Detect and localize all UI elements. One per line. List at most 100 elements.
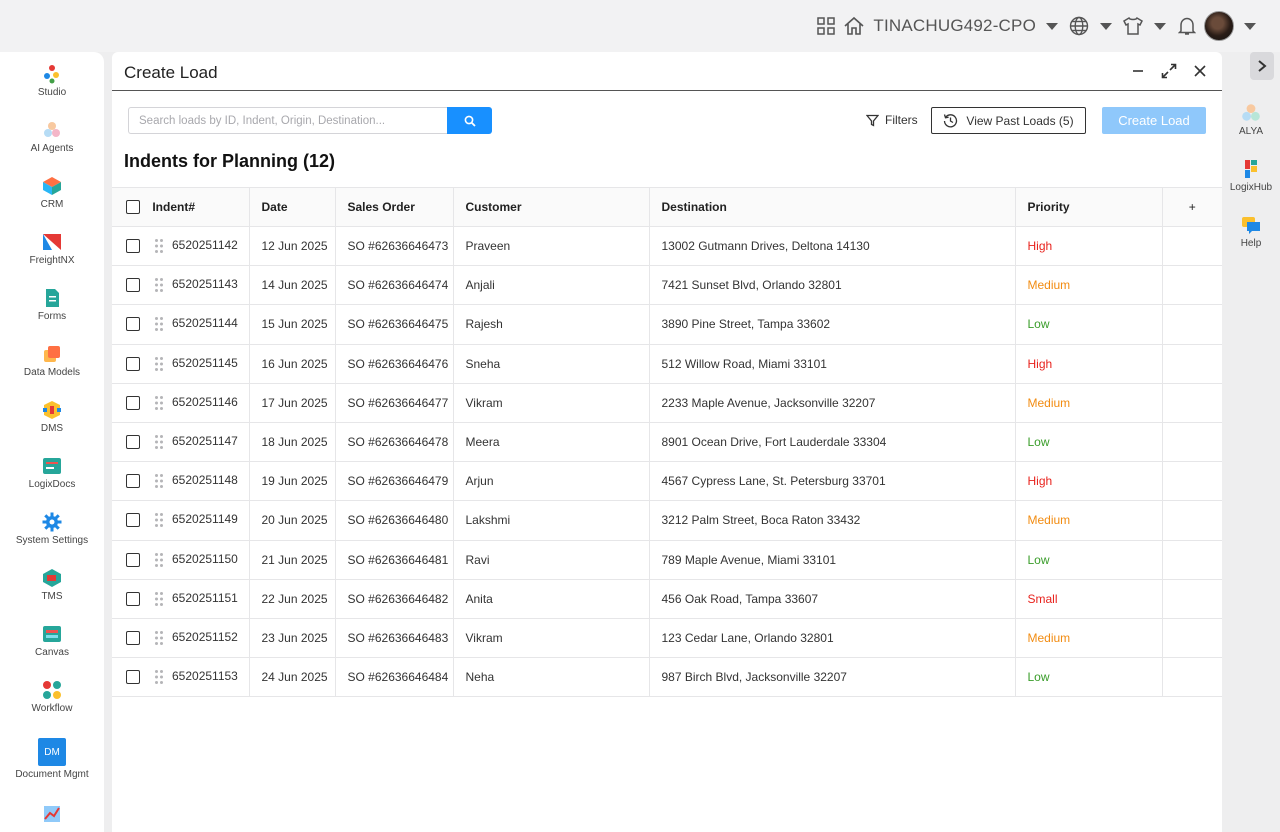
drag-handle-icon[interactable] — [154, 238, 164, 254]
drag-handle-icon[interactable] — [154, 395, 164, 411]
apps-grid-icon[interactable] — [815, 15, 837, 37]
sidebar-item-data-models[interactable]: Data Models — [0, 344, 104, 378]
indent-number: 6520251153 — [172, 669, 238, 684]
table-row[interactable]: 6520251146 17 Jun 2025 SO #62636646477 Vikr… — [112, 383, 1222, 423]
sidebar-item-logixdocs[interactable]: LogixDocs — [0, 456, 104, 490]
row-checkbox[interactable] — [126, 317, 140, 332]
row-checkbox[interactable] — [126, 670, 140, 685]
theme-dropdown-icon[interactable] — [1154, 22, 1166, 30]
filters-button[interactable]: Filters — [866, 113, 918, 127]
drag-handle-icon[interactable] — [154, 473, 164, 489]
create-load-button[interactable]: Create Load — [1102, 107, 1206, 134]
cell-indent: 6520251145 — [112, 344, 250, 384]
cell-actions — [1162, 461, 1222, 502]
row-checkbox[interactable] — [126, 356, 140, 371]
row-checkbox[interactable] — [126, 395, 140, 410]
row-checkbox[interactable] — [126, 435, 140, 450]
cell-sales-order: SO #62636646479 — [335, 461, 454, 502]
cell-date: 17 Jun 2025 — [249, 383, 336, 423]
row-checkbox[interactable] — [126, 630, 140, 645]
sidebar-item-document-mgmt[interactable]: DM Document Mgmt — [0, 738, 104, 780]
table-row[interactable]: 6520251143 14 Jun 2025 SO #62636646474 Anja… — [112, 265, 1222, 306]
cell-customer: Vikram — [453, 618, 650, 659]
drag-handle-icon[interactable] — [154, 434, 164, 450]
cell-actions — [1162, 657, 1222, 698]
globe-icon[interactable] — [1068, 15, 1090, 37]
sidebar-item-dms[interactable]: DMS — [0, 400, 104, 434]
table-row[interactable]: 6520251145 16 Jun 2025 SO #62636646476 Sneh… — [112, 344, 1222, 384]
rail-item-help[interactable]: Help — [1222, 214, 1280, 249]
sidebar-item-tms[interactable]: TMS — [0, 568, 104, 602]
column-header-destination[interactable]: Destination — [649, 187, 1016, 227]
drag-handle-icon[interactable] — [154, 356, 164, 372]
drag-handle-icon[interactable] — [154, 591, 164, 607]
cell-priority: Medium — [1015, 618, 1163, 659]
search-input[interactable] — [128, 107, 447, 134]
tenant-dropdown-icon[interactable] — [1046, 22, 1058, 30]
avatar[interactable] — [1204, 11, 1234, 41]
sidebar-item-workflow[interactable]: Workflow — [0, 680, 104, 714]
theme-shirt-icon[interactable] — [1122, 15, 1144, 37]
expand-icon[interactable] — [1160, 62, 1178, 80]
row-checkbox[interactable] — [126, 552, 140, 567]
sidebar-item-crm[interactable]: CRM — [0, 176, 104, 210]
language-dropdown-icon[interactable] — [1100, 22, 1112, 30]
table-row[interactable]: 6520251147 18 Jun 2025 SO #62636646478 Meer… — [112, 422, 1222, 463]
column-header-sales-order[interactable]: Sales Order — [335, 187, 454, 227]
cell-customer: Lakshmi — [453, 500, 650, 541]
drag-handle-icon[interactable] — [154, 512, 164, 528]
drag-handle-icon[interactable] — [154, 552, 164, 568]
table-row[interactable]: 6520251153 24 Jun 2025 SO #62636646484 Neha… — [112, 657, 1222, 698]
cell-customer: Praveen — [453, 226, 650, 267]
row-checkbox[interactable] — [126, 513, 140, 528]
sidebar-item-forms[interactable]: Forms — [0, 288, 104, 322]
rail-toggle-button[interactable] — [1250, 52, 1274, 80]
column-header-priority[interactable]: Priority — [1015, 187, 1163, 227]
row-checkbox[interactable] — [126, 591, 140, 606]
add-column-button[interactable]: + — [1162, 187, 1222, 227]
drag-handle-icon[interactable] — [154, 277, 164, 293]
sidebar-item-ai-agents[interactable]: AI Agents — [0, 120, 104, 154]
cell-destination: 4567 Cypress Lane, St. Petersburg 33701 — [649, 461, 1016, 502]
column-header-customer[interactable]: Customer — [453, 187, 650, 227]
table-row[interactable]: 6520251149 20 Jun 2025 SO #62636646480 Laks… — [112, 500, 1222, 541]
table-row[interactable]: 6520251152 23 Jun 2025 SO #62636646483 Vikr… — [112, 618, 1222, 659]
bell-icon[interactable] — [1176, 15, 1198, 37]
sidebar-item-label: LogixDocs — [28, 479, 76, 490]
rail-item-alya[interactable]: ALYA — [1222, 102, 1280, 137]
profile-dropdown-icon[interactable] — [1244, 22, 1256, 30]
sidebar-item-label: Workflow — [31, 703, 73, 714]
sidebar-item-freightnx[interactable]: FreightNX — [0, 232, 104, 266]
view-past-loads-button[interactable]: View Past Loads (5) — [931, 107, 1086, 134]
cell-indent: 6520251146 — [112, 383, 250, 423]
search-icon — [464, 115, 476, 127]
home-icon[interactable] — [843, 15, 865, 37]
table-row[interactable]: 6520251144 15 Jun 2025 SO #62636646475 Raje… — [112, 304, 1222, 345]
sidebar-item-more[interactable] — [0, 804, 104, 824]
drag-handle-icon[interactable] — [154, 630, 164, 646]
minimize-icon[interactable] — [1129, 62, 1147, 80]
select-all-checkbox[interactable] — [126, 200, 140, 215]
rail-item-logixhub[interactable]: LogixHub — [1222, 158, 1280, 193]
tenant-name[interactable]: TINACHUG492-CPO — [873, 16, 1036, 36]
row-checkbox[interactable] — [126, 474, 140, 489]
filter-icon — [866, 114, 879, 127]
table-row[interactable]: 6520251151 22 Jun 2025 SO #62636646482 Anit… — [112, 579, 1222, 619]
indent-number: 6520251149 — [172, 512, 238, 527]
table-row[interactable]: 6520251150 21 Jun 2025 SO #62636646481 Ravi… — [112, 540, 1222, 580]
sidebar-item-system-settings[interactable]: System Settings — [0, 512, 104, 546]
column-header-indent[interactable]: Indent# — [112, 187, 250, 227]
cell-priority: High — [1015, 461, 1163, 502]
row-checkbox[interactable] — [126, 278, 140, 293]
drag-handle-icon[interactable] — [154, 669, 164, 685]
table-row[interactable]: 6520251148 19 Jun 2025 SO #62636646479 Arju… — [112, 461, 1222, 502]
row-checkbox[interactable] — [126, 239, 140, 254]
sidebar-item-canvas[interactable]: Canvas — [0, 624, 104, 658]
close-icon[interactable] — [1191, 62, 1209, 80]
drag-handle-icon[interactable] — [154, 316, 164, 332]
column-header-date[interactable]: Date — [249, 187, 336, 227]
table-row[interactable]: 6520251142 12 Jun 2025 SO #62636646473 Prav… — [112, 226, 1222, 267]
sidebar-item-studio[interactable]: Studio — [0, 64, 104, 98]
document-mgmt-icon: DM — [38, 738, 66, 766]
search-button[interactable] — [447, 107, 492, 134]
